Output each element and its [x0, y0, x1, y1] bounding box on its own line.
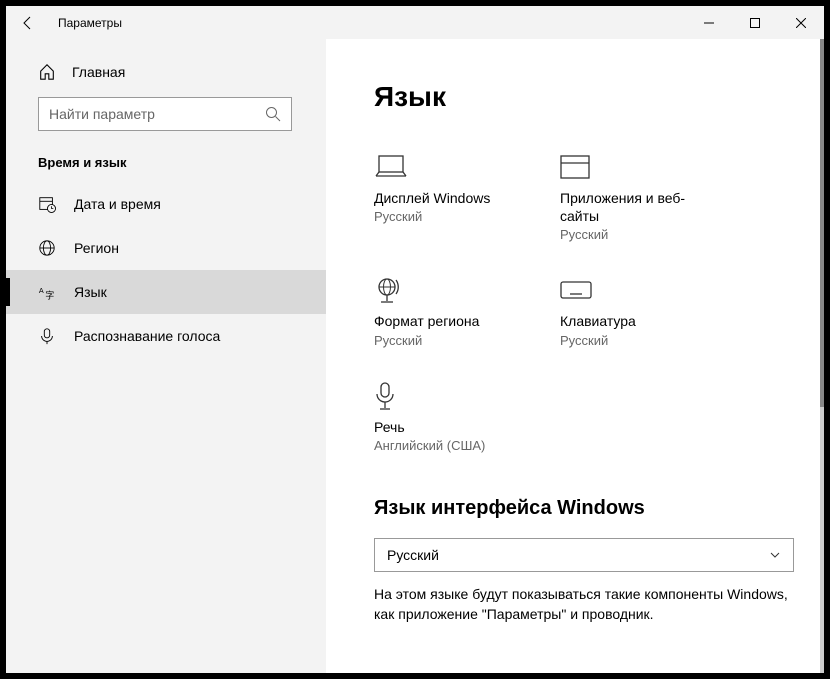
- nav-label: Распознавание голоса: [74, 328, 220, 344]
- tile-value: Русский: [560, 333, 710, 348]
- laptop-icon: [374, 154, 408, 180]
- tile-speech[interactable]: Речь Английский (США): [374, 378, 524, 453]
- tile-label: Формат региона: [374, 312, 524, 330]
- nav-item-region[interactable]: Регион: [6, 226, 326, 270]
- maximize-button[interactable]: [732, 6, 778, 39]
- nav-item-speech[interactable]: Распознавание голоса: [6, 314, 326, 358]
- tile-value: Русский: [374, 209, 524, 224]
- tile-display-language[interactable]: Дисплей Windows Русский: [374, 149, 524, 242]
- tile-value: Русский: [374, 333, 524, 348]
- nav-item-datetime[interactable]: Дата и время: [6, 182, 326, 226]
- sidebar-section-header: Время и язык: [6, 131, 326, 182]
- window-title: Параметры: [58, 16, 122, 30]
- main-content: Язык Дисплей Windows Русский Приложения …: [326, 39, 824, 673]
- nav-label: Регион: [74, 240, 119, 256]
- globe-stand-icon: [374, 276, 400, 304]
- tile-region-format[interactable]: Формат региона Русский: [374, 272, 524, 347]
- sidebar: Главная Время и язык Дата и время Регион…: [6, 39, 326, 673]
- tile-value: Русский: [560, 227, 710, 242]
- home-label: Главная: [72, 64, 125, 80]
- search-box[interactable]: [38, 97, 292, 131]
- scrollbar-thumb[interactable]: [820, 39, 824, 407]
- back-button[interactable]: [16, 11, 40, 35]
- page-title: Язык: [374, 81, 794, 113]
- dropdown-value: Русский: [387, 547, 769, 563]
- svg-text:字: 字: [45, 289, 54, 300]
- section-display-language-title: Язык интерфейса Windows: [374, 497, 794, 520]
- search-icon: [265, 106, 281, 122]
- tile-label: Клавиатура: [560, 312, 710, 330]
- display-language-description: На этом языке будут показываться такие к…: [374, 584, 794, 625]
- home-icon: [38, 63, 56, 81]
- tile-label: Дисплей Windows: [374, 189, 524, 207]
- titlebar: Параметры: [6, 6, 824, 39]
- display-language-dropdown[interactable]: Русский: [374, 538, 794, 572]
- calendar-clock-icon: [38, 195, 56, 213]
- minimize-button[interactable]: [686, 6, 732, 39]
- nav-label: Дата и время: [74, 196, 161, 212]
- microphone-icon: [374, 381, 396, 411]
- tile-keyboard[interactable]: Клавиатура Русский: [560, 272, 710, 347]
- globe-icon: [38, 239, 56, 257]
- svg-text:A: A: [39, 286, 44, 295]
- language-icon: A字: [38, 283, 56, 301]
- tile-label: Приложения и веб-сайты: [560, 189, 710, 225]
- close-button[interactable]: [778, 6, 824, 39]
- scrollbar[interactable]: [820, 39, 824, 673]
- tile-apps-websites[interactable]: Приложения и веб-сайты Русский: [560, 149, 710, 242]
- nav-item-language[interactable]: A字 Язык: [6, 270, 326, 314]
- chevron-down-icon: [769, 549, 781, 561]
- nav-label: Язык: [74, 284, 107, 300]
- microphone-icon: [38, 327, 56, 345]
- keyboard-icon: [560, 279, 592, 301]
- search-input[interactable]: [49, 106, 265, 122]
- tile-label: Речь: [374, 418, 524, 436]
- tile-value: Английский (США): [374, 438, 524, 453]
- home-link[interactable]: Главная: [6, 53, 326, 91]
- window-icon: [560, 155, 590, 179]
